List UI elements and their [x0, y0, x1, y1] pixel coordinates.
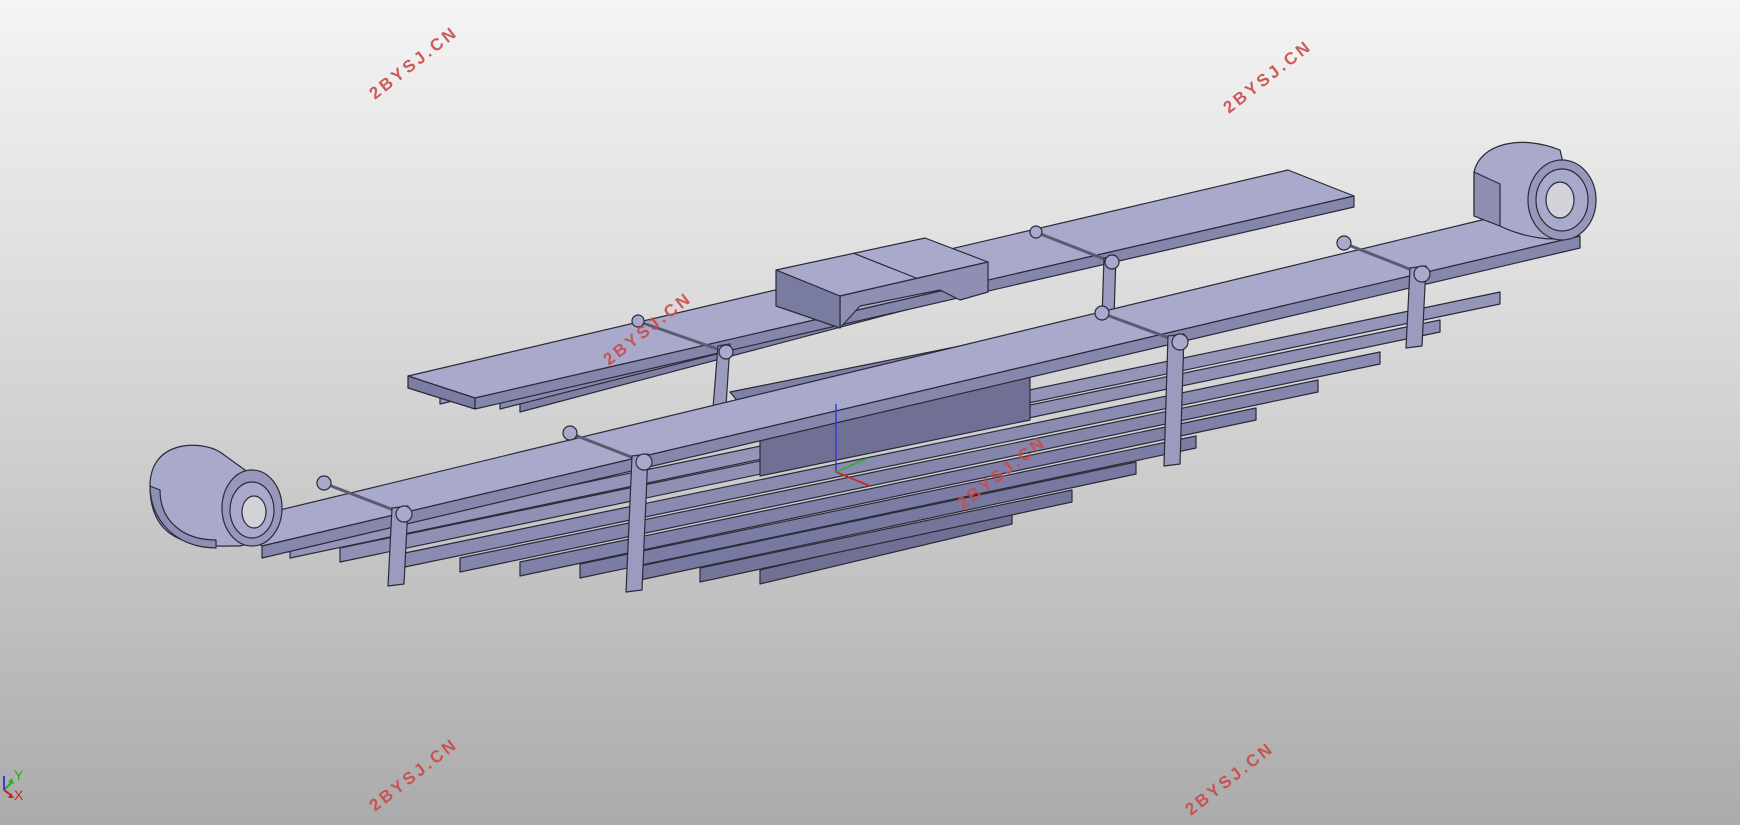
left-spring-eye [149, 444, 283, 549]
lower-leaf-spring[interactable] [149, 141, 1597, 593]
triad-y-label: Y [14, 767, 24, 783]
cad-3d-viewport[interactable]: 2BYSJ.CN 2BYSJ.CN 2BYSJ.CN 2BYSJ.CN 2BYS… [0, 0, 1740, 825]
view-orientation-triad[interactable]: Y X [0, 764, 40, 814]
triad-x-label: X [14, 787, 24, 803]
leaf-spring-model[interactable] [0, 0, 1740, 825]
